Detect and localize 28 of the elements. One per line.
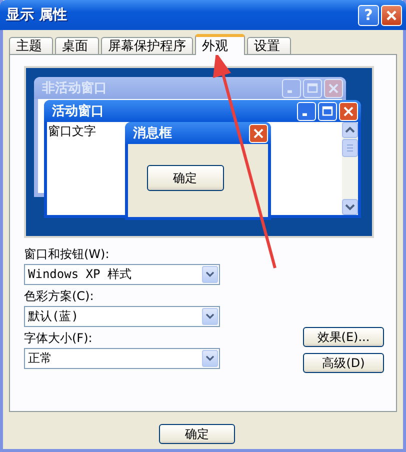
close-icon[interactable]: [381, 4, 402, 26]
tab[interactable]: 外观: [195, 34, 245, 55]
dropdown-field[interactable]: 默认(蓝): [24, 306, 220, 327]
tab[interactable]: 设置: [247, 37, 291, 54]
ok-button[interactable]: 确定: [159, 424, 235, 444]
window-title: 显示 属性: [6, 6, 68, 24]
window-title: 活动窗口: [52, 102, 105, 120]
window-title: 消息框: [133, 125, 173, 142]
window-title: 非活动窗口: [42, 80, 108, 97]
dropdown-field[interactable]: Windows XP 样式: [24, 264, 220, 285]
minimize-icon: [282, 78, 301, 98]
dropdown-field[interactable]: 正常: [24, 348, 220, 369]
scroll-up-icon: [342, 122, 358, 138]
scroll-thumb-icon: [342, 139, 358, 157]
close-icon: [249, 124, 268, 142]
scroll-down-icon: [342, 199, 358, 215]
dialog-button[interactable]: 高级(D): [303, 353, 384, 373]
tab[interactable]: 桌面: [55, 37, 99, 54]
close-icon: [324, 78, 343, 98]
field-label: 色彩方案(C):: [24, 289, 95, 303]
tab[interactable]: 屏幕保护程序: [101, 37, 193, 54]
field-label: 字体大小(F):: [24, 331, 94, 345]
ok-button[interactable]: 确定: [146, 165, 224, 191]
maximize-icon: [303, 78, 322, 98]
field-label: 窗口和按钮(W):: [24, 247, 110, 261]
tab[interactable]: 主题: [9, 37, 53, 54]
dialog-button[interactable]: 效果(E)...: [303, 327, 384, 347]
window-text: 窗口文字: [47, 123, 96, 140]
